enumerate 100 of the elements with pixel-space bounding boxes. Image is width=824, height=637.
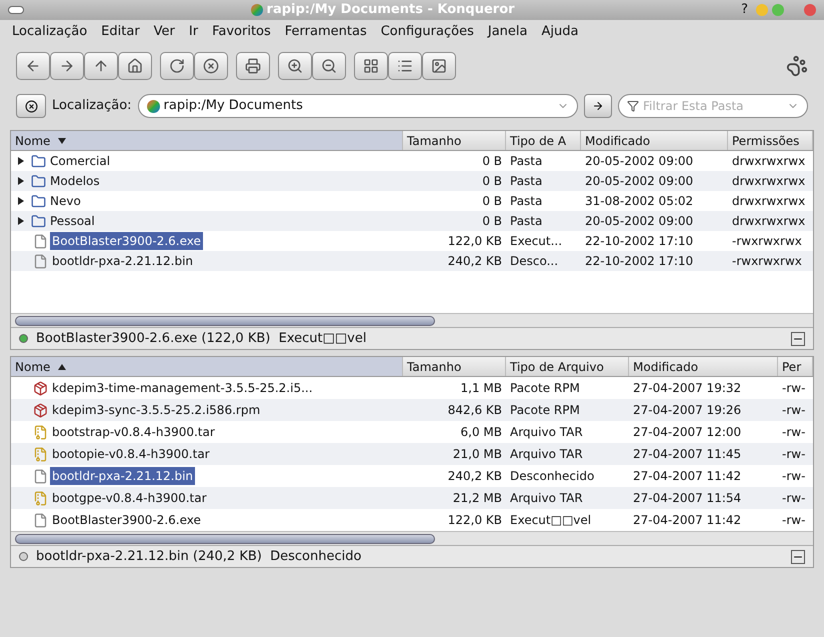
status-text: bootldr-pxa-2.21.12.bin (240,2 KB) Desconhecido	[36, 548, 362, 566]
placeholder-text: Filtrar Esta Pasta	[643, 98, 745, 115]
horizontal-scrollbar[interactable]	[15, 316, 435, 326]
clear-location-button[interactable]	[16, 94, 46, 118]
column-header[interactable]: Modificado	[581, 131, 728, 150]
expand-arrow-icon[interactable]	[17, 217, 25, 225]
table-cell-text: Pacote RPM	[509, 402, 581, 419]
file-icon	[33, 512, 48, 528]
file-name[interactable]: bootgpe-v0.8.4-h3900.tar	[50, 489, 209, 507]
table-cell-text: 122,0 KB	[446, 512, 503, 529]
file-name[interactable]: Modelos	[48, 172, 102, 190]
menu-item[interactable]: Janela	[488, 22, 528, 42]
menu-item[interactable]: Localização	[12, 22, 88, 42]
menu-item[interactable]: Favoritos	[212, 22, 271, 42]
table-cell-text: 27-04-2007 19:26	[632, 402, 742, 419]
file-name[interactable]: bootldr-pxa-2.21.12.bin	[50, 252, 196, 270]
table-cell-text: 27-04-2007 11:54	[632, 490, 742, 507]
file-name[interactable]: bootldr-pxa-2.21.12.bin	[50, 467, 196, 485]
column-header[interactable]: Permissões	[728, 131, 813, 150]
go-button[interactable]	[584, 94, 612, 118]
menu-item[interactable]: Ir	[188, 22, 198, 42]
column-header[interactable]: Tamanho	[403, 357, 506, 376]
column-header[interactable]: Per	[778, 357, 813, 376]
clear-icon	[24, 100, 38, 112]
table-cell-text: 31-08-2002 05:02	[584, 193, 694, 210]
file-name[interactable]: bootopie-v0.8.4-h3900.tar	[50, 445, 212, 463]
table-cell-text: 20-05-2002 09:00	[584, 173, 694, 190]
location-field[interactable]: rapip:/My Documents	[138, 94, 578, 118]
table-cell-text: Pasta	[509, 153, 544, 170]
folder-icon	[31, 174, 46, 188]
table-cell-text: 240,2 KB	[446, 253, 503, 270]
file-name[interactable]: Nevo	[48, 192, 83, 210]
column-header[interactable]: Nome	[11, 357, 403, 376]
table-cell-text: Arquivo TAR	[509, 446, 584, 463]
table-cell-text: 21,0 MB	[452, 446, 503, 463]
file-icon	[33, 468, 48, 484]
package-icon	[33, 380, 48, 396]
table-cell-text: 842,6 KB	[446, 402, 503, 419]
table-cell-text: -rw-	[781, 446, 806, 463]
table-cell-text: 27-04-2007 12:00	[632, 424, 742, 441]
folder-icon	[31, 154, 46, 168]
table-cell-text: Execut...	[509, 233, 564, 250]
table-cell-text: 6,0 MB	[460, 424, 503, 441]
table-cell-text: 22-10-2002 17:10	[584, 253, 694, 270]
menu-item[interactable]: Configurações	[380, 22, 474, 42]
file-name[interactable]: kdepim3-sync-3.5.5-25.2.i586.rpm	[50, 401, 262, 419]
table-cell-text: -rwxrwxrwx	[731, 233, 803, 250]
package-icon	[33, 402, 48, 418]
menu-item[interactable]: Ajuda	[541, 22, 578, 42]
zoom-out-icon[interactable]	[312, 52, 346, 80]
table-cell-text: drwxrwxrwx	[731, 153, 806, 170]
expand-arrow-icon[interactable]	[17, 177, 25, 185]
printer-icon[interactable]	[236, 52, 270, 80]
file-name[interactable]: BootBlaster3900-2.6.exe	[50, 232, 203, 250]
stop-icon[interactable]	[194, 52, 228, 80]
split-view-icon[interactable]	[791, 332, 805, 346]
expand-arrow-icon[interactable]	[17, 157, 25, 165]
file-name[interactable]: bootstrap-v0.8.4-h3900.tar	[50, 423, 217, 441]
horizontal-scrollbar[interactable]	[15, 534, 435, 544]
table-cell-text: 0 B	[481, 213, 503, 230]
zoom-in-icon[interactable]	[278, 52, 312, 80]
filter-icon	[627, 100, 639, 112]
column-header[interactable]: Tamanho	[403, 131, 506, 150]
split-view-icon[interactable]	[791, 550, 805, 564]
file-name[interactable]: Pessoal	[48, 212, 97, 230]
archive-icon	[33, 424, 48, 440]
window-title: rapip:/My Documents - Konqueror	[266, 1, 515, 20]
home-icon[interactable]	[118, 52, 152, 80]
file-icon	[33, 234, 48, 248]
file-name[interactable]: BootBlaster3900-2.6.exe	[50, 511, 203, 529]
help-button[interactable]: ?	[741, 0, 748, 20]
table-cell-text: 27-04-2007 11:42	[632, 512, 742, 529]
image-view-icon[interactable]	[422, 52, 456, 80]
folder-icon	[31, 214, 46, 228]
menu-item[interactable]: Ferramentas	[284, 22, 367, 42]
reload-icon[interactable]	[160, 52, 194, 80]
file-name[interactable]: kdepim3-time-management-3.5.5-25.2.i5...	[50, 379, 315, 397]
file-name[interactable]: Comercial	[48, 152, 112, 170]
status-text: BootBlaster3900-2.6.exe (122,0 KB) Execut□□vel	[36, 330, 368, 348]
window-menu-icon[interactable]	[8, 6, 24, 14]
column-header[interactable]: Tipo de Arquivo	[506, 357, 629, 376]
table-cell-text: 0 B	[481, 173, 503, 190]
expand-arrow-icon[interactable]	[17, 197, 25, 205]
menu-item[interactable]: Ver	[154, 22, 175, 42]
table-cell-text: drwxrwxrwx	[731, 193, 806, 210]
table-cell-text: -rwxrwxrwx	[731, 253, 803, 270]
archive-icon	[33, 446, 48, 462]
menu-item[interactable]: Editar	[101, 22, 140, 42]
table-cell-text: -rw-	[781, 424, 806, 441]
table-cell-text: Arquivo TAR	[509, 490, 584, 507]
table-cell-text: 27-04-2007 19:32	[632, 380, 742, 397]
table-cell-text: 20-05-2002 09:00	[584, 153, 694, 170]
grid-view-icon[interactable]	[354, 52, 388, 80]
list-view-icon[interactable]	[388, 52, 422, 80]
column-header[interactable]: Nome	[11, 131, 403, 150]
column-header[interactable]: Tipo de A	[506, 131, 581, 150]
column-header[interactable]: Modificado	[629, 357, 778, 376]
table-cell-text: 21,2 MB	[452, 490, 503, 507]
table-cell-text: 0 B	[481, 153, 503, 170]
table-cell-text: 27-04-2007 11:45	[632, 446, 742, 463]
